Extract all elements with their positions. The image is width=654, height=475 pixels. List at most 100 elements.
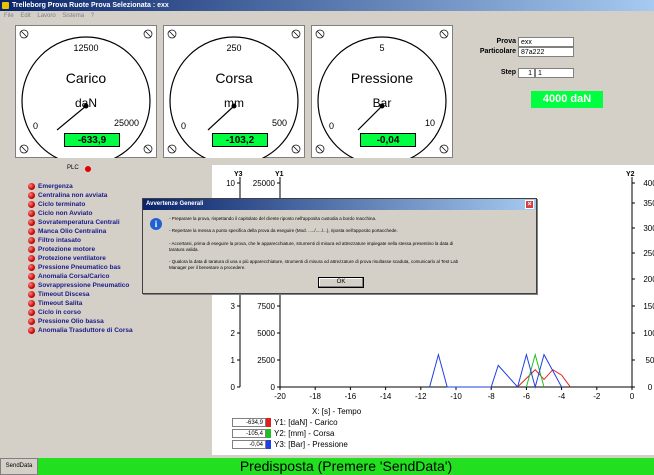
dialog-text: - Repertare la messa a punto specifica d…: [169, 228, 398, 233]
step-total-field[interactable]: 1: [535, 68, 574, 78]
gauge-carico: 12500 Carico daN 0 25000 -633,9: [15, 25, 157, 158]
y2-tick-label: 150: [643, 302, 654, 311]
step-field[interactable]: 1: [518, 68, 535, 78]
alarm-led-icon: [28, 219, 35, 226]
gauge-value: -103,2: [212, 133, 268, 147]
particolare-field[interactable]: 87a222: [518, 47, 574, 57]
plc-item: Pressione Olio bassa: [26, 317, 104, 326]
x-tick-label: -4: [558, 392, 566, 401]
window-title: Trelleborg Prova Ruote Prova Selezionata…: [12, 2, 169, 9]
alarm-led-icon: [28, 255, 35, 262]
plc-item: Centralina non avviata: [26, 191, 107, 200]
y2-axis-title: Y2: [626, 171, 635, 178]
target-load-display: 4000 daN: [531, 91, 603, 108]
alarm-led-icon: [28, 291, 35, 298]
menu-sistema[interactable]: Sistema: [62, 13, 84, 19]
alarm-led-icon: [28, 228, 35, 235]
gauge-value: -0,04: [360, 133, 416, 147]
alarm-led-icon: [28, 300, 35, 307]
legend-value: -105,4: [232, 429, 266, 438]
y3-tick-label: 0: [231, 383, 236, 392]
dialog-text: Manager per il benestare a procedere.: [169, 265, 246, 270]
plc-item: Pressione Pneumatico bas: [26, 263, 121, 272]
plc-item: Timeout Discesa: [26, 290, 90, 299]
y2-tick-label: 400: [643, 179, 654, 188]
y1-tick-label: 0: [271, 383, 276, 392]
legend-label: Y2: [mm] - Corsa: [274, 429, 335, 438]
menu-bar: File Edit Lavoro Sistema ?: [0, 11, 654, 21]
dialog-text: taratura valida.: [169, 247, 199, 252]
alarm-led-icon: [28, 264, 35, 271]
menu-edit[interactable]: Edit: [20, 13, 30, 19]
y3-tick-label: 2: [231, 329, 236, 338]
legend-label: Y1: [daN] - Carico: [274, 418, 338, 427]
close-icon[interactable]: ×: [525, 200, 534, 209]
ok-button[interactable]: OK: [318, 277, 364, 288]
alarm-led-icon: [28, 327, 35, 334]
alarm-led-icon: [28, 210, 35, 217]
gauge-unit: daN: [74, 96, 97, 110]
legend-value: -634,9: [232, 418, 266, 427]
alarm-led-icon: [28, 201, 35, 208]
plc-item: Protezione ventilatore: [26, 254, 106, 263]
legend-swatch: [266, 440, 271, 449]
send-data-button[interactable]: SendData: [0, 458, 38, 475]
app-icon: [2, 2, 9, 9]
gauge-min-label: 0: [329, 121, 335, 131]
y1-tick-label: 25000: [253, 179, 276, 188]
x-tick-label: -2: [593, 392, 601, 401]
menu-file[interactable]: File: [4, 13, 14, 19]
x-tick-label: -6: [523, 392, 531, 401]
x-tick-label: -10: [450, 392, 462, 401]
status-bar: SendData Predisposta (Premere 'SendData'…: [0, 458, 654, 475]
x-tick-label: 0: [630, 392, 635, 401]
gauge-unit: Bar: [372, 96, 392, 110]
alarm-led-icon: [28, 273, 35, 280]
gauge-title: Carico: [65, 70, 107, 86]
gauge-max-label: 10: [424, 118, 435, 128]
alarm-led-icon: [28, 192, 35, 199]
plc-title: PLC: [67, 165, 79, 171]
gauge-mid-label: 5: [379, 43, 385, 53]
gauge-value: -633,9: [64, 133, 120, 147]
plc-item: Ciclo non Avviato: [26, 209, 92, 218]
alarm-led-icon: [28, 318, 35, 325]
legend-swatch: [266, 418, 271, 427]
step-label: Step: [500, 69, 516, 76]
plc-item: Ciclo terminato: [26, 200, 85, 209]
plc-item: Ciclo in corso: [26, 308, 81, 317]
gauge-min-label: 0: [33, 121, 39, 131]
plc-item: Emergenza: [26, 182, 73, 191]
alarm-led-icon: [28, 282, 35, 289]
x-tick-label: -18: [309, 392, 321, 401]
series-line: [429, 352, 563, 389]
y3-tick-label: 3: [231, 302, 236, 311]
menu-lavoro[interactable]: Lavoro: [37, 13, 55, 19]
prova-field[interactable]: exx: [518, 37, 574, 47]
y1-tick-label: 5000: [257, 329, 275, 338]
info-panel: Prova exx Particolare 87a222 Step 1 1 40…: [456, 25, 652, 158]
y2-tick-label: 0: [648, 383, 653, 392]
series-line: [525, 352, 545, 388]
y2-tick-label: 350: [643, 199, 654, 208]
gauge-title: Corsa: [215, 70, 253, 86]
x-tick-label: -12: [415, 392, 427, 401]
y2-tick-label: 300: [643, 224, 654, 233]
gauge-mid-label: 250: [226, 43, 242, 53]
gauge-title: Pressione: [350, 70, 414, 86]
plc-item: Anomalia Trasduttore di Corsa: [26, 326, 133, 335]
menu-help[interactable]: ?: [91, 13, 94, 19]
plc-item: Sovratemperatura Centrali: [26, 218, 120, 227]
dialog-text: - Preparare la prova, rispettando il cap…: [169, 216, 377, 221]
status-message: Predisposta (Premere 'SendData'): [38, 458, 654, 475]
plc-item: Sovrappressione Pneumatico: [26, 281, 129, 290]
warning-dialog: Avvertenze Generali × i - Preparare la p…: [142, 198, 537, 294]
gauge-min-label: 0: [181, 121, 187, 131]
y2-tick-label: 200: [643, 275, 654, 284]
plc-item: Anomalia Corsa/Carico: [26, 272, 110, 281]
prova-label: Prova: [496, 38, 516, 45]
alarm-led-icon: [28, 237, 35, 244]
x-tick-label: -20: [274, 392, 286, 401]
info-icon: i: [150, 218, 162, 230]
alarm-led-icon: [28, 309, 35, 316]
